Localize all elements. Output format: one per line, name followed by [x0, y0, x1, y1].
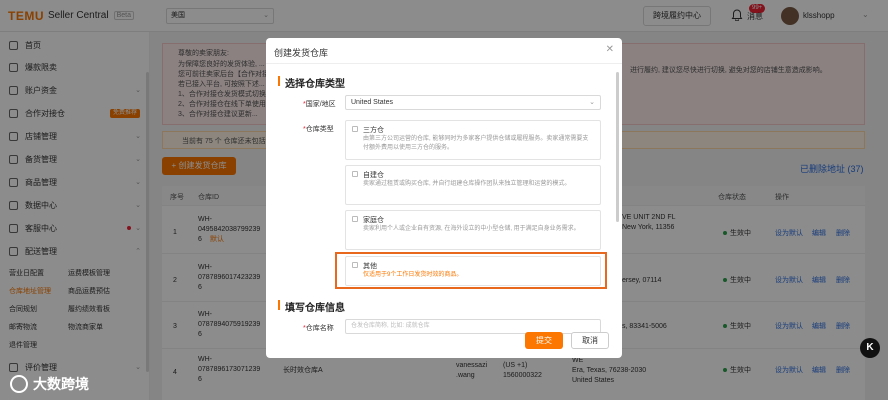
section-marker [278, 300, 280, 310]
warehouse-name-input[interactable]: 仓发仓库简称, 比如: 成就仓库 [345, 319, 601, 334]
country-select[interactable]: United States ⌄ [345, 95, 601, 110]
radio-unchecked[interactable] [352, 126, 358, 132]
watermark: 大数跨境 [10, 374, 89, 394]
corner-badge[interactable]: K [860, 338, 880, 358]
watermark-text: 大数跨境 [33, 376, 89, 392]
option-title: 三方仓 [363, 127, 384, 134]
cancel-button[interactable]: 取消 [571, 332, 609, 349]
chevron-down-icon: ⌄ [589, 99, 595, 106]
section-marker [278, 76, 280, 86]
country-value: United States [351, 99, 394, 106]
name-label: *仓库名称 [303, 323, 334, 333]
option-title: 自建仓 [363, 172, 384, 179]
watermark-logo-icon [10, 375, 28, 393]
section-title-type: 选择仓库类型 [285, 79, 345, 90]
option-self-built[interactable]: 自建仓 卖家通过租赁或购买仓库, 并自行组建仓库操作团队来独立管理和运营的模式。 [345, 165, 601, 205]
modal-scrollbar[interactable] [616, 72, 619, 222]
type-label: *仓库类型 [303, 124, 334, 134]
radio-unchecked[interactable] [352, 216, 358, 222]
option-desc: 由第三方公司运营的仓库, 能够同时为多家客户提供仓储或履程服务。卖家通常需要支付… [363, 136, 589, 151]
option-home[interactable]: 家庭仓 卖家利用个人或企业自有资源, 在海外设立的中小型仓储, 用于满足自身业务… [345, 210, 601, 250]
option-desc: 卖家利用个人或企业自有资源, 在海外设立的中小型仓储, 用于满足自身业务需求。 [363, 226, 580, 232]
section-title-info: 填写仓库信息 [285, 303, 345, 314]
country-label-text: 国家/地区 [305, 101, 336, 108]
create-warehouse-modal: 创建发货仓库 ✕ 选择仓库类型 *国家/地区 United States ⌄ *仓… [266, 38, 622, 358]
name-label-text: 仓库名称 [305, 325, 334, 332]
radio-unchecked[interactable] [352, 171, 358, 177]
option-desc: 卖家通过租赁或购买仓库, 并自行组建仓库操作团队来独立管理和运营的模式。 [363, 181, 571, 187]
submit-button[interactable]: 提交 [525, 332, 563, 349]
option-title: 家庭仓 [363, 217, 384, 224]
close-icon[interactable]: ✕ [606, 44, 614, 55]
modal-divider [266, 63, 622, 64]
annotation-highlight [335, 252, 607, 289]
modal-title: 创建发货仓库 [274, 48, 329, 58]
country-label: *国家/地区 [303, 99, 336, 109]
option-third-party[interactable]: 三方仓 由第三方公司运营的仓库, 能够同时为多家客户提供仓储或履程服务。卖家通常… [345, 120, 601, 160]
type-label-text: 仓库类型 [305, 126, 334, 133]
